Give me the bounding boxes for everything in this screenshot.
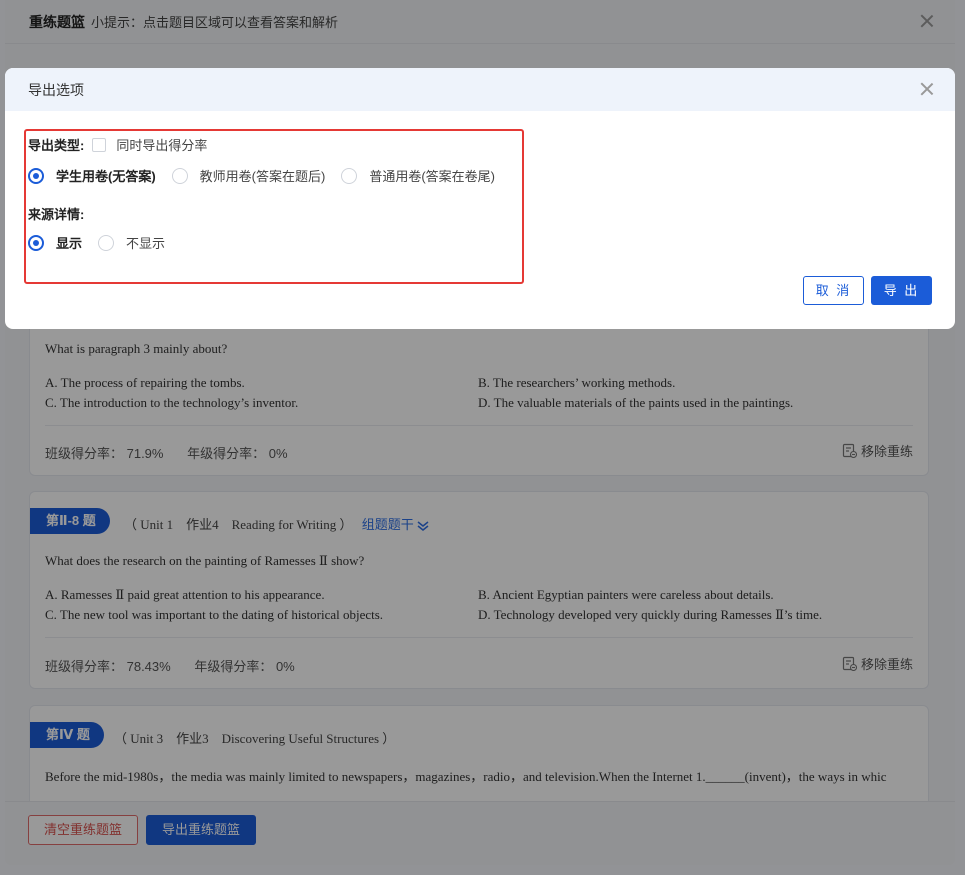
radio-button-selected[interactable] — [28, 167, 44, 184]
radio-button[interactable] — [98, 234, 115, 251]
radio-teacher-paper[interactable]: 教师用卷(答案在题后) — [171, 166, 326, 185]
export-type-label: 导出类型: — [28, 138, 85, 153]
radio-label: 学生用卷(无答案) — [56, 169, 156, 184]
export-options-dialog: 导出选项 导出类型: 同时导出得分率 学生用卷(无答案) 教师用卷(答案在题后)… — [5, 68, 955, 329]
cancel-button[interactable]: 取 消 — [803, 276, 864, 305]
radio-label: 普通用卷(答案在卷尾) — [369, 169, 496, 184]
radio-button-selected[interactable] — [28, 234, 44, 251]
source-detail-label: 来源详情: — [28, 207, 85, 222]
export-type-row: 导出类型: 同时导出得分率 — [28, 135, 207, 154]
radio-hide-source[interactable]: 不显示 — [98, 233, 165, 252]
radio-student-paper[interactable]: 学生用卷(无答案) — [28, 166, 156, 185]
export-button[interactable]: 导 出 — [871, 276, 932, 305]
radio-label: 教师用卷(答案在题后) — [199, 169, 326, 184]
close-icon[interactable] — [919, 81, 935, 97]
radio-button[interactable] — [341, 167, 358, 184]
radio-show-source[interactable]: 显示 — [28, 233, 82, 252]
export-score-rate-label[interactable]: 同时导出得分率 — [116, 135, 207, 154]
dialog-body: 导出类型: 同时导出得分率 学生用卷(无答案) 教师用卷(答案在题后) 普通用卷… — [5, 111, 955, 329]
source-detail-radio-group: 显示 不显示 — [28, 233, 181, 252]
radio-normal-paper[interactable]: 普通用卷(答案在卷尾) — [341, 166, 495, 185]
radio-label: 显示 — [56, 236, 83, 251]
dialog-header: 导出选项 — [5, 68, 955, 111]
radio-button[interactable] — [171, 167, 188, 184]
paper-type-radio-group: 学生用卷(无答案) 教师用卷(答案在题后) 普通用卷(答案在卷尾) — [28, 166, 511, 185]
dialog-title: 导出选项 — [28, 81, 84, 98]
export-score-rate-checkbox[interactable] — [92, 137, 107, 152]
radio-label: 不显示 — [126, 236, 166, 251]
source-detail-row: 来源详情: — [28, 204, 84, 223]
